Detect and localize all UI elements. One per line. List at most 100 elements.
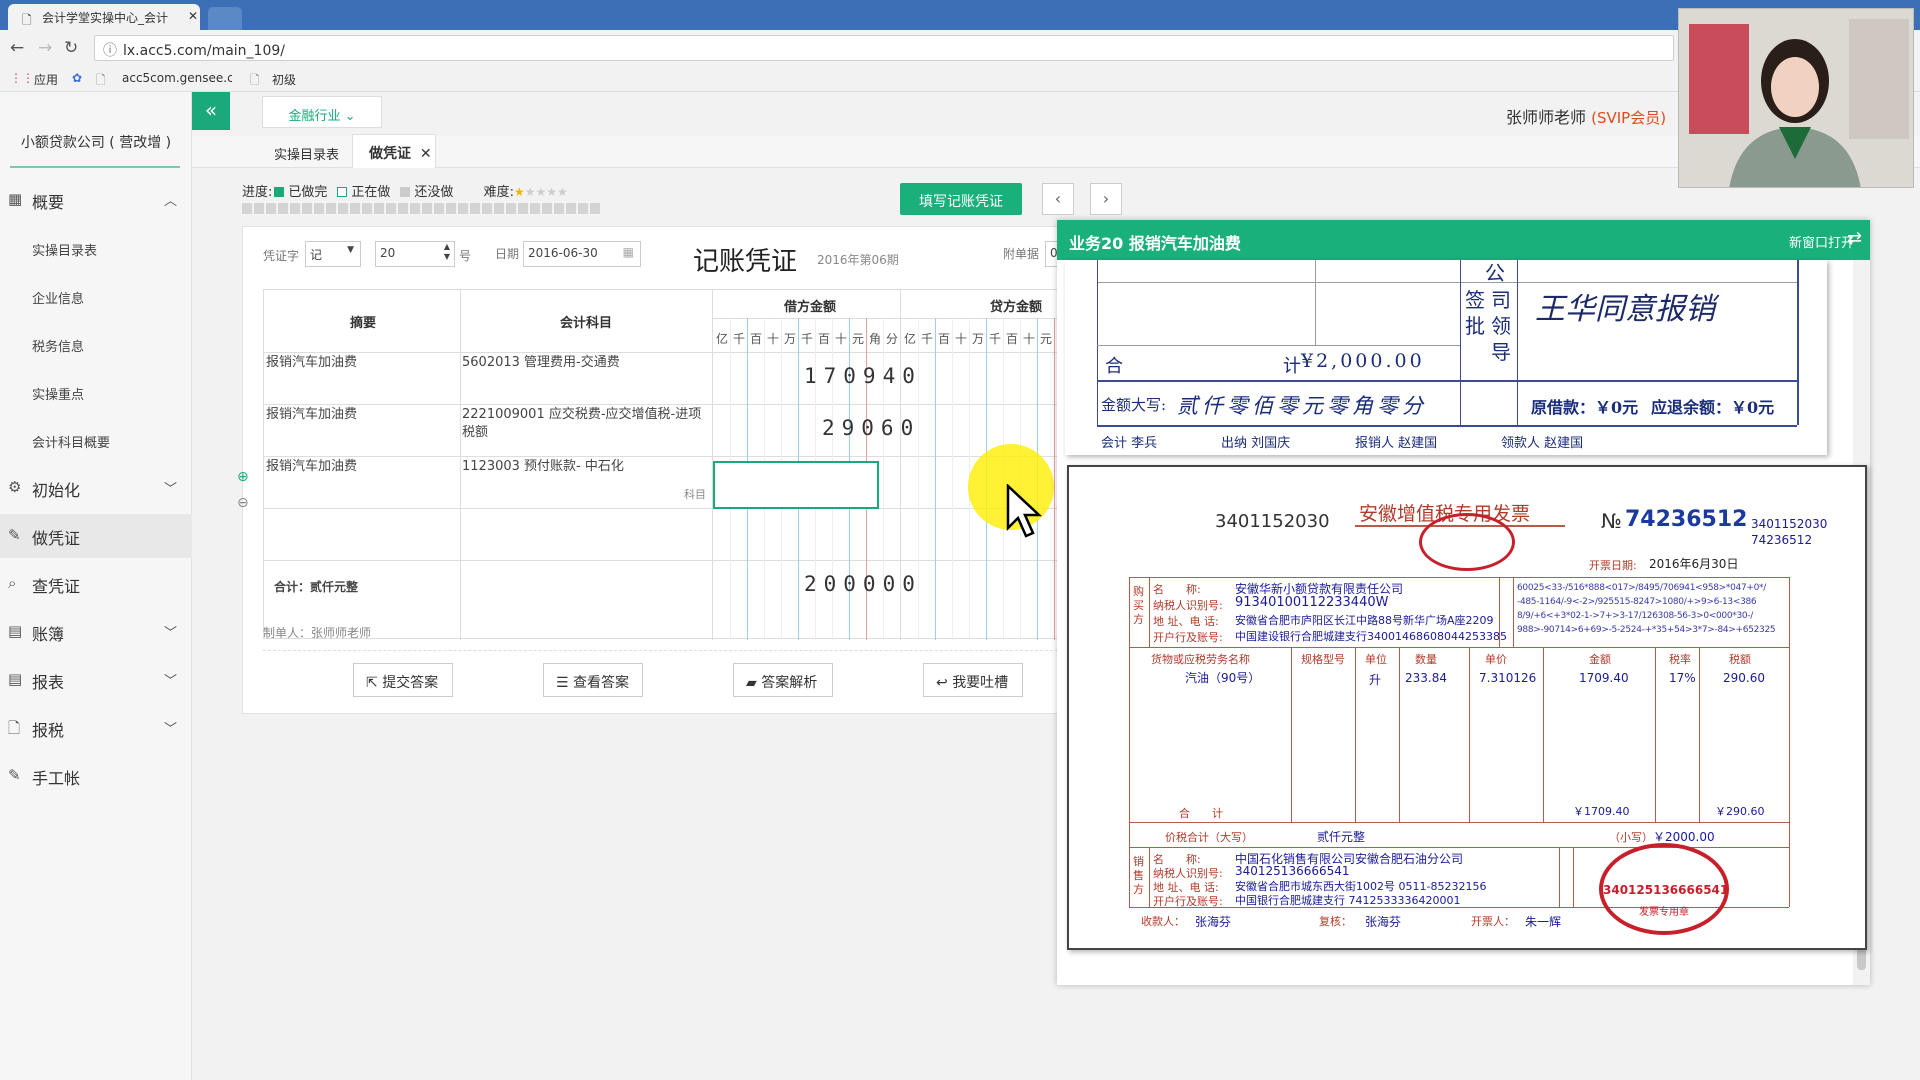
invoice-code: 3401152030: [1215, 511, 1330, 532]
row1-account[interactable]: 5602013 管理费用-交通费: [462, 354, 708, 372]
add-row-icon[interactable]: ⊕: [237, 469, 249, 485]
url-input[interactable]: ⓘ lx.acc5.com/main_109/: [94, 35, 1674, 61]
collapse-sidebar-button[interactable]: «: [192, 92, 230, 130]
sidebar-sub-catalog[interactable]: 实操目录表: [32, 240, 97, 259]
row2-debit[interactable]: 29060: [822, 416, 920, 440]
progress-segment[interactable]: [350, 203, 360, 214]
remove-row-icon[interactable]: ⊖: [237, 495, 249, 511]
row1-summary[interactable]: 报销汽车加油费: [266, 354, 357, 372]
browser-tab[interactable]: 🗋 会计学堂实操中心_会计 ✕: [8, 4, 200, 30]
swap-icon[interactable]: ⇄: [1847, 228, 1862, 249]
user-info: 张师师老师 (SVIP会员): [1506, 104, 1666, 128]
calendar-icon[interactable]: ▦: [623, 245, 634, 259]
sidebar-item-init[interactable]: ⚙ 初始化 ﹀: [0, 466, 192, 510]
buyer-bank-label: 开户行及账号:: [1153, 631, 1223, 644]
progress-segment[interactable]: [482, 203, 492, 214]
row3-account[interactable]: 1123003 预付账款- 中石化: [462, 458, 708, 476]
sidebar-item-label: 手工帐: [32, 769, 81, 788]
progress-segment[interactable]: [254, 203, 264, 214]
answer-analysis-button[interactable]: ▰ 答案解析: [733, 663, 833, 697]
row1-debit[interactable]: 170940: [804, 364, 922, 388]
seller-bank-label: 开户行及账号:: [1153, 895, 1223, 908]
tab-catalog[interactable]: 实操目录表: [274, 144, 339, 163]
done-swatch: [274, 187, 285, 197]
next-button[interactable]: ›: [1090, 183, 1122, 215]
bookmark-apps[interactable]: 应用: [34, 71, 58, 88]
progress-segment[interactable]: [458, 203, 468, 214]
bookmark-gensee[interactable]: acc5com.gensee.co: [122, 71, 232, 85]
amount-unit-label: 分: [886, 332, 899, 346]
apps-icon[interactable]: ⋮⋮: [10, 71, 34, 85]
fill-voucher-button[interactable]: 填写记账凭证: [900, 183, 1022, 215]
progress-segment[interactable]: [470, 203, 480, 214]
progress-segment[interactable]: [530, 203, 540, 214]
sidebar-item-manual[interactable]: ✎ 手工帐: [0, 754, 192, 798]
chevron-down-icon: ﹀: [164, 674, 178, 689]
progress-segment[interactable]: [578, 203, 588, 214]
new-tab-button[interactable]: [208, 7, 242, 30]
progress-segment[interactable]: [386, 203, 396, 214]
total-debit: 200000: [804, 572, 922, 596]
progress-segment[interactable]: [506, 203, 516, 214]
open-new-window-link[interactable]: 新窗口打开: [1789, 232, 1854, 251]
sidebar-item-make-voucher[interactable]: ✎ 做凭证: [0, 514, 192, 558]
prev-button[interactable]: ‹: [1042, 183, 1074, 215]
progress-segment[interactable]: [554, 203, 564, 214]
sidebar-item-query-voucher[interactable]: ⌕ 查凭证: [0, 562, 192, 606]
file-icon: 🗋: [8, 719, 21, 737]
sidebar-sub-key-points[interactable]: 实操重点: [32, 384, 84, 403]
progress-segment[interactable]: [242, 203, 252, 214]
close-icon[interactable]: ✕: [420, 146, 432, 162]
sidebar-sub-accounts[interactable]: 会计科目概要: [32, 432, 110, 451]
bookmark-chuji[interactable]: 初级: [272, 71, 296, 88]
stepper-arrows-icon[interactable]: ▲ ▼: [444, 242, 450, 262]
progress-segment[interactable]: [266, 203, 276, 214]
progress-segment[interactable]: [290, 203, 300, 214]
row2-account[interactable]: 2221009001 应交税费-应交增值税-进项税额: [462, 406, 708, 442]
progress-segment[interactable]: [338, 203, 348, 214]
forward-icon[interactable]: →: [38, 38, 52, 58]
progress-segment[interactable]: [326, 203, 336, 214]
progress-segment[interactable]: [302, 203, 312, 214]
progress-segment[interactable]: [518, 203, 528, 214]
back-icon[interactable]: ←: [10, 38, 24, 58]
progress-segment[interactable]: [410, 203, 420, 214]
view-answer-button[interactable]: ☰ 查看答案: [543, 663, 643, 697]
sidebar-item-reports[interactable]: ▤ 报表 ﹀: [0, 658, 192, 702]
voucher-word-select[interactable]: 记 ▼: [305, 241, 361, 267]
date-field[interactable]: 2016-06-30 ▦: [523, 241, 641, 267]
sidebar-item-tax[interactable]: 🗋 报税 ﹀: [0, 706, 192, 750]
progress-segment[interactable]: [362, 203, 372, 214]
sidebar-item-ledger[interactable]: ▤ 账簿 ﹀: [0, 610, 192, 654]
close-tab-icon[interactable]: ✕: [188, 9, 198, 23]
button-label: 提交答案: [382, 675, 439, 691]
progress-segment[interactable]: [566, 203, 576, 214]
progress-segment[interactable]: [422, 203, 432, 214]
progress-segment[interactable]: [434, 203, 444, 214]
reload-icon[interactable]: ↻: [64, 38, 78, 58]
tab-make-voucher[interactable]: 做凭证 ✕: [352, 134, 436, 168]
progress-segment[interactable]: [278, 203, 288, 214]
amount-unit-label: 百: [938, 332, 951, 346]
submit-answer-button[interactable]: ⇱ 提交答案: [353, 663, 453, 697]
vip-badge: (SVIP会员): [1591, 109, 1667, 127]
progress-segment[interactable]: [542, 203, 552, 214]
voucher-number-stepper[interactable]: 20 ▲ ▼: [375, 241, 455, 267]
progress-segment[interactable]: [314, 203, 324, 214]
progress-segment[interactable]: [494, 203, 504, 214]
sidebar-item-overview[interactable]: ▦ 概要 ︿: [0, 178, 192, 222]
chevron-down-icon: ﹀: [164, 626, 178, 641]
industry-dropdown[interactable]: 金融行业 ⌄: [262, 96, 382, 128]
progress-segment[interactable]: [590, 203, 600, 214]
row3-summary[interactable]: 报销汽车加油费: [266, 458, 357, 476]
row3-debit-input[interactable]: [713, 461, 879, 509]
progress-segment[interactable]: [398, 203, 408, 214]
sidebar-sub-company-info[interactable]: 企业信息: [32, 288, 84, 307]
progress-segment[interactable]: [374, 203, 384, 214]
sidebar-sub-tax-info[interactable]: 税务信息: [32, 336, 84, 355]
amount-unit-label: 百: [1006, 332, 1019, 346]
row2-summary[interactable]: 报销汽车加油费: [266, 406, 357, 424]
progress-segment[interactable]: [446, 203, 456, 214]
cipher-line: 988>-90714>6+69>-5-2524-+*35+54>3*7>-84>…: [1517, 625, 1776, 635]
feedback-button[interactable]: ↩ 我要吐槽: [923, 663, 1023, 697]
